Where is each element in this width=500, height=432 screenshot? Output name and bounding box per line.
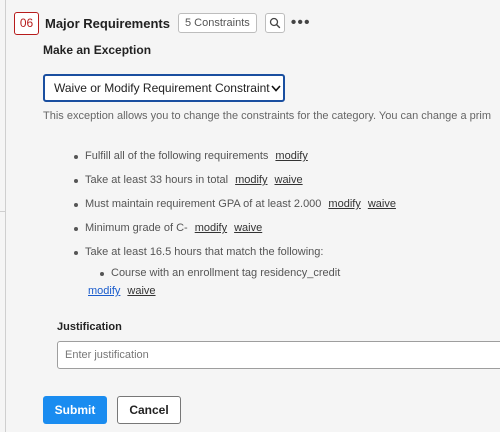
requirement-header: 06 Major Requirements 5 Constraints •••	[14, 10, 311, 36]
exception-type-selected-value: Waive or Modify Requirement Constraint	[54, 81, 270, 95]
constraints-count-badge[interactable]: 5 Constraints	[177, 13, 257, 33]
sub-constraint-text: Course with an enrollment tag residency_…	[111, 267, 341, 279]
bullet	[74, 227, 78, 231]
waive-link[interactable]: waive	[275, 174, 303, 186]
justification-input[interactable]	[57, 341, 500, 369]
waive-link[interactable]: waive	[368, 198, 396, 210]
search-button[interactable]	[264, 13, 285, 33]
exception-section-title: Make an Exception	[43, 43, 152, 57]
justification-label: Justification	[57, 321, 122, 333]
requirement-number-badge: 06	[14, 11, 39, 35]
modify-link[interactable]: modify	[328, 198, 360, 210]
exception-type-select[interactable]: Waive or Modify Requirement Constraint	[43, 74, 285, 102]
chevron-down-icon	[270, 76, 283, 100]
requirement-title: Major Requirements	[45, 15, 170, 31]
waive-link[interactable]: waive	[234, 222, 262, 234]
bullet	[74, 179, 78, 183]
constraint-text: Take at least 33 hours in total	[85, 174, 229, 186]
exception-description: This exception allows you to change the …	[43, 110, 492, 122]
constraint-text: Fulfill all of the following requirement…	[85, 150, 269, 162]
exception-page: 06 Major Requirements 5 Constraints ••• …	[0, 0, 500, 432]
search-icon	[269, 17, 280, 29]
bullet	[74, 155, 78, 159]
modify-link[interactable]: modify	[235, 174, 267, 186]
constraint-text: Take at least 16.5 hours that match the …	[85, 246, 324, 258]
waive-link[interactable]: waive	[127, 285, 155, 297]
submit-button[interactable]: Submit	[43, 396, 107, 424]
cancel-button[interactable]: Cancel	[117, 396, 181, 424]
left-divider	[0, 0, 6, 432]
modify-link[interactable]: modify	[88, 285, 120, 297]
constraint-text: Minimum grade of C-	[85, 222, 188, 234]
left-divider-tick	[0, 211, 6, 212]
bullet	[74, 203, 78, 207]
bullet	[74, 251, 78, 255]
modify-link[interactable]: modify	[275, 150, 307, 162]
constraint-text: Must maintain requirement GPA of at leas…	[85, 198, 322, 210]
bullet	[100, 272, 104, 276]
more-options-button[interactable]: •••	[291, 13, 311, 33]
modify-link[interactable]: modify	[195, 222, 227, 234]
